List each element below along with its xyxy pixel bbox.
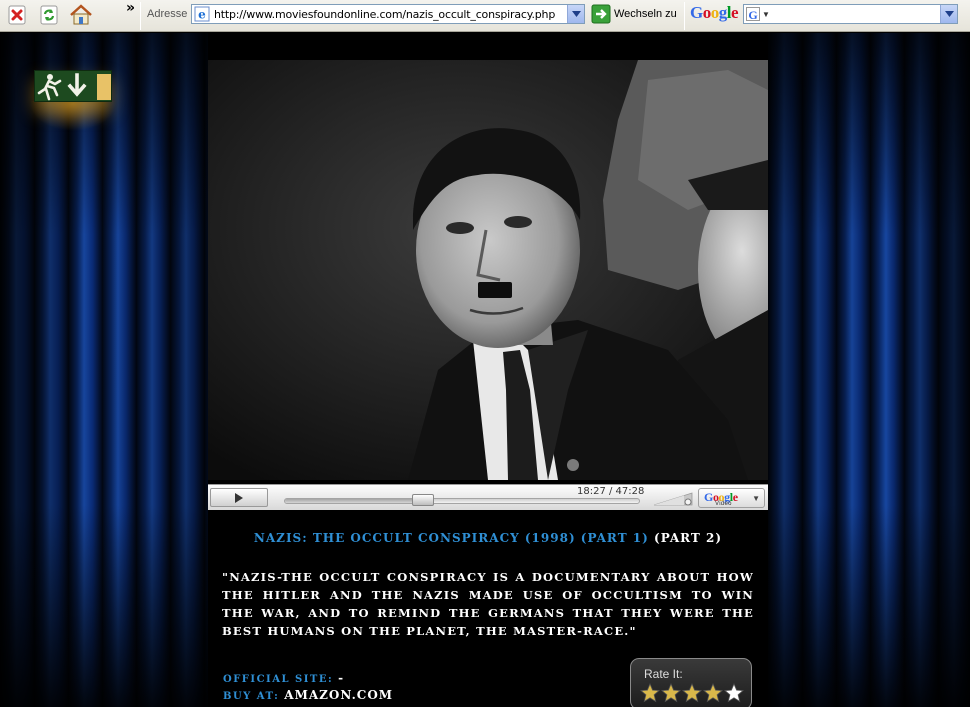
movie-description: "NAZIS-THE OCCULT CONSPIRACY IS A DOCUME…	[222, 570, 754, 638]
google-toolbar-logo[interactable]: Google	[690, 3, 739, 23]
address-bar[interactable]: e http://www.moviesfoundonline.com/nazis…	[191, 4, 585, 24]
exit-sign-glow	[30, 101, 116, 131]
video-frame[interactable]	[208, 60, 768, 480]
refresh-button[interactable]	[36, 3, 62, 27]
play-icon	[235, 492, 243, 503]
buy-at-label: BUY AT:	[223, 691, 280, 702]
movie-title-part2-link[interactable]: (PART 2)	[654, 531, 722, 545]
rating-star-icon[interactable]	[682, 683, 702, 703]
rating-widget: Rate It:	[630, 658, 752, 707]
go-arrow-icon[interactable]	[591, 4, 611, 24]
chevron-down-icon: ▼	[752, 494, 760, 503]
address-dropdown-button[interactable]	[567, 5, 584, 23]
buy-at-amazon-link[interactable]: AMAZON.COM	[284, 688, 393, 702]
toolbar-separator	[684, 2, 685, 30]
address-url[interactable]: http://www.moviesfoundonline.com/nazis_o…	[214, 8, 555, 21]
google-g-icon: G	[746, 7, 760, 22]
official-site-label: OFFICIAL SITE:	[223, 674, 334, 685]
buy-at-row: BUY AT: AMAZON.COM	[223, 688, 393, 702]
google-logo-text: Google	[690, 3, 739, 22]
video-controls: 18:27 / 47:28 Google Video ▼	[208, 484, 768, 510]
video-progress-track[interactable]	[284, 494, 640, 506]
rating-star-icon[interactable]	[640, 683, 660, 703]
google-video-menu-button[interactable]: Google Video ▼	[698, 488, 765, 508]
stop-icon	[8, 5, 26, 25]
video-progress-thumb[interactable]	[412, 494, 435, 506]
exit-sign-link[interactable]	[34, 70, 112, 102]
refresh-icon	[40, 5, 58, 25]
chevron-down-icon	[944, 11, 954, 17]
exit-running-man-icon	[37, 73, 111, 101]
left-curtain	[0, 33, 208, 707]
video-progress-fill	[285, 499, 424, 503]
movie-title-part1-link[interactable]: NAZIS: THE OCCULT CONSPIRACY (1998) (PAR…	[254, 531, 649, 545]
official-site-value: -	[338, 671, 345, 685]
browser-toolbar: » Adresse e http://www.moviesfoundonline…	[0, 0, 970, 32]
official-site-row: OFFICIAL SITE: -	[223, 671, 344, 685]
ie-page-icon: e	[194, 6, 210, 22]
svg-text:e: e	[198, 8, 206, 22]
movie-title-line: NAZIS: THE OCCULT CONSPIRACY (1998) (PAR…	[208, 531, 768, 545]
toolbar-overflow-chevron[interactable]: »	[126, 0, 135, 16]
volume-slider-icon[interactable]	[654, 492, 694, 506]
rating-label: Rate It:	[644, 667, 683, 681]
play-button[interactable]	[210, 488, 268, 507]
google-search-input[interactable]: G ▼	[743, 4, 958, 24]
toolbar-separator	[140, 2, 141, 30]
google-video-sub-label: Video	[715, 501, 732, 507]
rating-stars	[640, 683, 744, 703]
go-button-label[interactable]: Wechseln zu	[614, 8, 677, 20]
chevron-down-icon	[571, 11, 581, 17]
address-label: Adresse	[147, 8, 188, 20]
home-icon	[70, 4, 92, 25]
web-page: 18:27 / 47:28 Google Video ▼ NAZIS: THE …	[0, 33, 970, 707]
video-time-display: 18:27 / 47:28	[577, 486, 645, 497]
chevron-down-icon[interactable]: ▼	[762, 10, 770, 19]
rating-star-icon[interactable]	[661, 683, 681, 703]
stop-button[interactable]	[4, 3, 30, 27]
video-still-image	[208, 60, 768, 480]
home-button[interactable]	[68, 3, 94, 27]
right-curtain	[768, 33, 970, 707]
rating-star-icon[interactable]	[703, 683, 723, 703]
rating-star-icon[interactable]	[724, 683, 744, 703]
google-search-dropdown-button[interactable]	[940, 5, 957, 23]
